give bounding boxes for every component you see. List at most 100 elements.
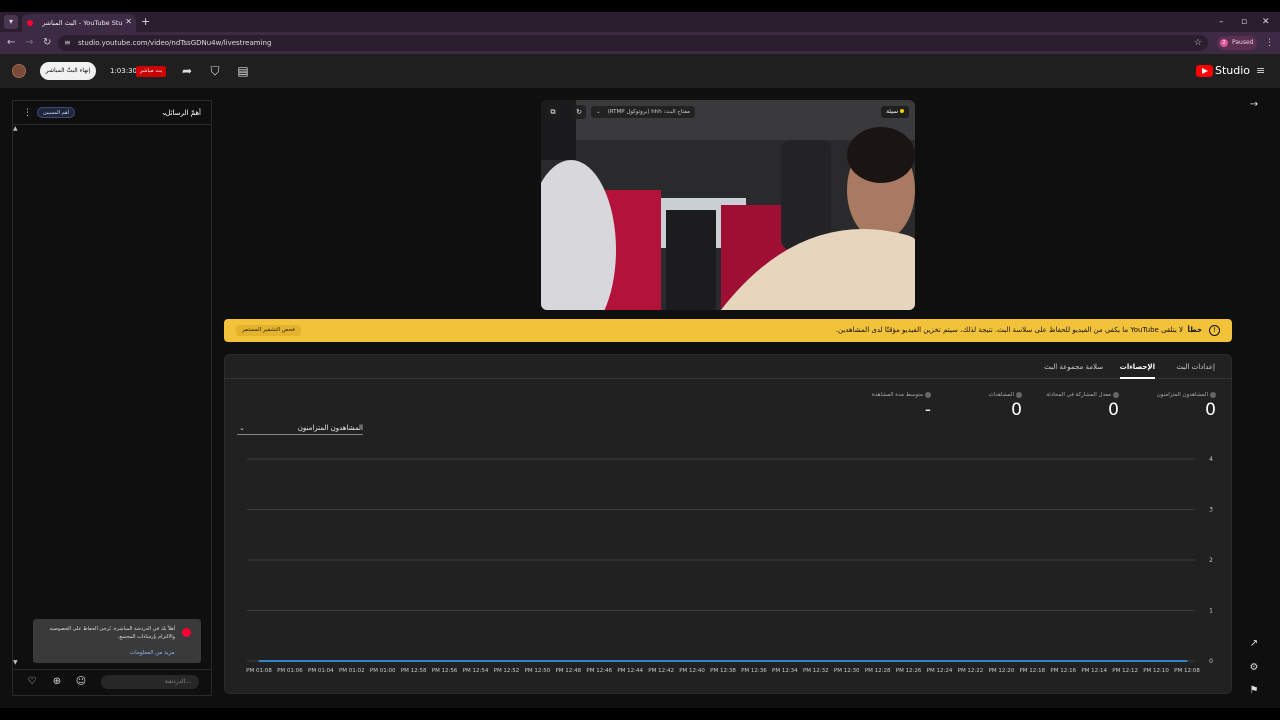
reload-icon[interactable]: ↻ [43,36,51,50]
screen: ▾ البث المباشر - YouTube Studio ✕ + – ▫ … [0,0,1280,720]
data-point [660,660,662,662]
profile-button[interactable]: 2 Paused [1217,36,1257,50]
channel-avatar[interactable] [12,64,26,78]
feedback-icon[interactable]: ⚑ [1247,684,1261,698]
data-point [567,660,569,662]
forward-icon[interactable]: → [25,36,33,50]
tab-analytics[interactable]: الإحصاءات [1119,355,1155,379]
stats-panel: إعدادات البث الإحصاءات سلامة مجموعة البث… [224,354,1232,694]
chart-metric-selector[interactable]: ⌄ المشاهدون المتزامنون [237,421,363,435]
profile-avatar: 2 [1220,39,1228,47]
chevron-down-icon: ⌄ [596,109,601,115]
data-point [320,660,322,662]
chat-placeholder: الدردشة... [164,678,191,685]
metric-views: المشاهدات 0 [989,391,1022,421]
tab-stream-health[interactable]: سلامة مجموعة البث [1044,355,1103,379]
tab-stream-settings[interactable]: إعدادات البث [1176,355,1215,379]
x-tick-label: PM 12:46 [586,668,612,674]
browser-menu-icon[interactable]: ⋮ [1265,36,1274,50]
minimize-icon[interactable]: – [1219,15,1224,29]
close-tab-icon[interactable]: ✕ [125,16,132,28]
metric-value: 0 [1011,400,1022,420]
metric-label: المشاهدون المتزامنون [1157,391,1216,399]
heart-icon[interactable]: ♡ [25,675,39,689]
back-icon[interactable]: ← [7,36,15,50]
x-tick-label: PM 12:52 [494,668,520,674]
maximize-icon[interactable]: ▫ [1241,15,1247,29]
copy-icon[interactable]: ⧉ [546,105,560,119]
data-point [258,660,260,662]
metric-chat-rate: معدل المشاركة في المحادثة 0 [1046,391,1119,421]
info-icon[interactable] [1210,391,1216,398]
x-tick-label: PM 12:54 [463,668,489,674]
metric-label: المشاهدات [989,391,1022,399]
settings-icon[interactable]: ⚙ [1247,661,1261,675]
x-tick-label: PM 12:10 [1143,668,1169,674]
youtube-studio-logo[interactable]: Studio [1196,64,1250,78]
menu-icon[interactable]: ≡ [1256,63,1265,79]
x-tick-label: PM 12:58 [401,668,427,674]
data-point [413,660,415,662]
metric-value: - [924,400,931,420]
share-icon[interactable]: ➦ [179,63,195,79]
x-tick-label: PM 12:14 [1081,668,1107,674]
metric-label-text: متوسط مدة المشاهدة [871,392,923,398]
close-window-icon[interactable]: ✕ [1262,15,1270,29]
scroll-up-icon[interactable]: ▲ [13,125,18,132]
top-chatters-pill[interactable]: أهم المسيين [37,107,75,118]
site-info-icon[interactable]: ≡ [64,36,71,50]
stream-health-badge[interactable]: سيئة [881,106,909,118]
popout-icon[interactable]: ↗ [1247,637,1261,651]
end-stream-button[interactable]: إنهاء البثّ المباشر [40,62,96,80]
youtube-play-icon [1196,65,1213,77]
chat-input[interactable]: الدردشة... [101,675,199,689]
check-encoder-button[interactable]: فحص التشفير المستمر [236,325,301,336]
info-icon[interactable] [1016,391,1022,398]
data-point [908,660,910,662]
chat-mode-selector[interactable]: أهمّ الرسائل [165,107,201,119]
metric-avg-watch-time: متوسط مدة المشاهدة - [872,391,931,421]
error-banner: ! خطأ لا يتلقى YouTube ما يكفي من الفيدي… [224,319,1232,342]
data-point [351,660,353,662]
expand-arrow-icon[interactable]: → [1247,98,1261,112]
emoji-icon[interactable]: ☺ [74,675,88,689]
x-tick-label: PM 12:16 [1050,668,1076,674]
add-icon[interactable]: ⊕ [50,675,64,689]
data-point [629,660,631,662]
error-text: لا يتلقى YouTube ما يكفي من الفيديو للحف… [835,326,1184,334]
metric-label-text: المشاهدون المتزامنون [1156,392,1208,398]
metric-label: متوسط مدة المشاهدة [872,391,931,399]
bookmark-star-icon[interactable]: ☆ [1194,35,1202,51]
info-icon[interactable] [1113,391,1119,398]
metric-label-text: معدل المشاركة في المحادثة [1046,392,1111,398]
y-tick-label: 4 [1209,456,1213,463]
stream-key-label: مفتاح البث: hhh (بروتوكول RTMP) [607,109,690,115]
data-point [815,660,817,662]
data-point [938,660,941,662]
viewers-chart: 0 1 2 3 4 PM 12:08 PM 12:10 PM 12:12 PM 12:14 PM … [245,451,1217,681]
clapperboard-icon[interactable]: ▤ [235,63,251,79]
x-tick-label: PM 01:08 [246,668,272,674]
y-tick-label: 3 [1209,507,1213,514]
scroll-down-icon[interactable]: ▼ [13,659,18,666]
stream-preview[interactable]: سيئة ⌄ مفتاح البث: hhh (بروتوكول RTMP) ↻… [541,100,915,310]
browser-tab[interactable]: البث المباشر - YouTube Studio ✕ [22,14,136,32]
new-tab-icon[interactable]: + [141,14,150,30]
bookmark-icon[interactable]: ⛉ [207,63,223,79]
stream-key-selector[interactable]: ⌄ مفتاح البث: hhh (بروتوكول RTMP) [591,106,695,118]
data-point [1000,660,1003,662]
x-tick-label: PM 12:42 [648,668,674,674]
chat-more-icon[interactable]: ⋮ [23,107,32,119]
data-point [474,660,477,662]
metric-value: 0 [1205,400,1216,420]
x-tick-label: PM 12:08 [1174,668,1200,674]
info-icon[interactable] [925,391,931,398]
chat-welcome-notice: أهلاً بك في الدردشة المباشرة. يُرجى الحف… [33,619,201,663]
chart-canvas: 0 1 2 3 4 PM 12:08 PM 12:10 PM 12:12 PM 12:14 PM … [246,456,1213,674]
url-field[interactable]: ≡ studio.youtube.com/video/ndTssGDNu4w/l… [58,35,1208,51]
learn-more-link[interactable]: مزيد من المعلومات [130,649,175,657]
refresh-icon[interactable]: ↻ [572,105,586,119]
tab-search-icon[interactable]: ▾ [4,15,18,29]
tab-title: البث المباشر - YouTube Studio [42,19,122,27]
browser-tab-bar: ▾ البث المباشر - YouTube Studio ✕ + – ▫ … [0,12,1280,32]
